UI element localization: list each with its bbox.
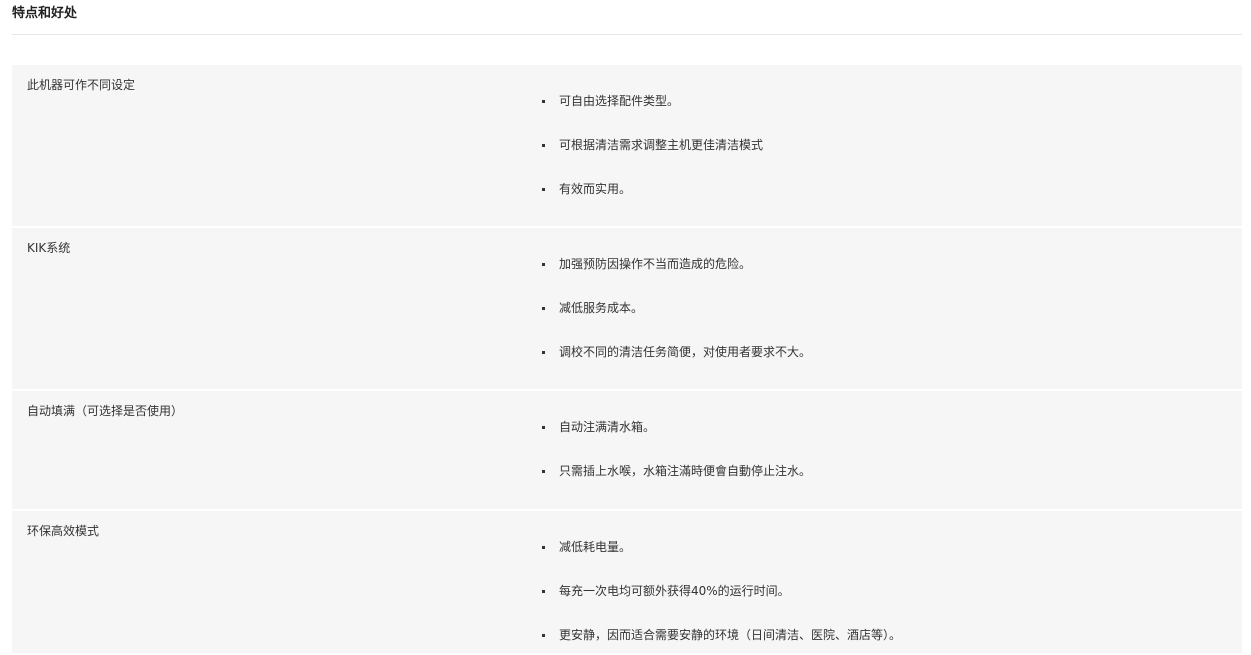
benefit-text: 有效而实用。 bbox=[559, 182, 632, 196]
benefit-item: 可根据清洁需求调整主机更佳清洁模式 bbox=[541, 138, 763, 152]
benefit-text: 调校不同的清洁任务简便，对使用者要求不大。 bbox=[559, 345, 812, 359]
benefit-list: 可自由选择配件类型。 可根据清洁需求调整主机更佳清洁模式 有效而实用。 bbox=[527, 65, 763, 226]
feature-row: 此机器可作不同设定 可自由选择配件类型。 可根据清洁需求调整主机更佳清洁模式 有… bbox=[12, 65, 1242, 228]
bullet-icon bbox=[542, 470, 545, 473]
benefit-text: 每充一次电均可额外获得40%的运行时间。 bbox=[559, 584, 790, 598]
benefit-text: 只需插上水喉，水箱注滿時便會自動停止注水。 bbox=[559, 464, 812, 478]
features-table: 此机器可作不同设定 可自由选择配件类型。 可根据清洁需求调整主机更佳清洁模式 有… bbox=[12, 65, 1242, 655]
section-title: 特点和好处 bbox=[12, 6, 78, 21]
feature-row: KIK系统 加强预防因操作不当而造成的危险。 减低服务成本。 调校不同的清洁任务… bbox=[12, 228, 1242, 391]
benefit-text: 加强预防因操作不当而造成的危险。 bbox=[559, 257, 752, 271]
benefit-item: 加强预防因操作不当而造成的危险。 bbox=[541, 257, 811, 271]
bullet-icon bbox=[542, 307, 545, 310]
benefit-item: 调校不同的清洁任务简便，对使用者要求不大。 bbox=[541, 345, 811, 359]
benefit-item: 只需插上水喉，水箱注滿時便會自動停止注水。 bbox=[541, 464, 811, 478]
benefit-item: 更安静，因而适合需要安静的环境（日间清洁、医院、酒店等）。 bbox=[541, 628, 901, 642]
feature-name: 自动填满（可选择是否使用） bbox=[27, 404, 184, 418]
benefit-item: 可自由选择配件类型。 bbox=[541, 94, 763, 108]
benefit-item: 自动注满清水箱。 bbox=[541, 420, 811, 434]
benefit-list: 减低耗电量。 每充一次电均可额外获得40%的运行时间。 更安静，因而适合需要安静… bbox=[527, 511, 901, 653]
benefit-text: 可自由选择配件类型。 bbox=[559, 94, 680, 108]
feature-row: 自动填满（可选择是否使用） 自动注满清水箱。 只需插上水喉，水箱注滿時便會自動停… bbox=[12, 391, 1242, 511]
feature-name: KIK系统 bbox=[27, 241, 71, 255]
benefit-text: 自动注满清水箱。 bbox=[559, 420, 656, 434]
bullet-icon bbox=[542, 144, 545, 147]
benefit-text: 可根据清洁需求调整主机更佳清洁模式 bbox=[559, 138, 764, 152]
feature-name: 环保高效模式 bbox=[27, 524, 100, 538]
bullet-icon bbox=[542, 263, 545, 266]
feature-name: 此机器可作不同设定 bbox=[27, 78, 136, 92]
benefit-item: 每充一次电均可额外获得40%的运行时间。 bbox=[541, 584, 901, 598]
benefit-item: 减低耗电量。 bbox=[541, 540, 901, 554]
bullet-icon bbox=[542, 634, 545, 637]
bullet-icon bbox=[542, 426, 545, 429]
title-divider bbox=[12, 34, 1242, 35]
benefit-text: 减低服务成本。 bbox=[559, 301, 644, 315]
feature-row: 环保高效模式 减低耗电量。 每充一次电均可额外获得40%的运行时间。 更安静，因… bbox=[12, 511, 1242, 655]
benefit-list: 加强预防因操作不当而造成的危险。 减低服务成本。 调校不同的清洁任务简便，对使用… bbox=[527, 228, 811, 389]
bullet-icon bbox=[542, 590, 545, 593]
benefit-text: 减低耗电量。 bbox=[559, 540, 632, 554]
bullet-icon bbox=[542, 546, 545, 549]
bullet-icon bbox=[542, 100, 545, 103]
benefit-item: 减低服务成本。 bbox=[541, 301, 811, 315]
bullet-icon bbox=[542, 351, 545, 354]
benefit-item: 有效而实用。 bbox=[541, 182, 763, 196]
benefit-text: 更安静，因而适合需要安静的环境（日间清洁、医院、酒店等）。 bbox=[559, 628, 902, 642]
benefit-list: 自动注满清水箱。 只需插上水喉，水箱注滿時便會自動停止注水。 bbox=[527, 391, 811, 509]
bullet-icon bbox=[542, 188, 545, 191]
